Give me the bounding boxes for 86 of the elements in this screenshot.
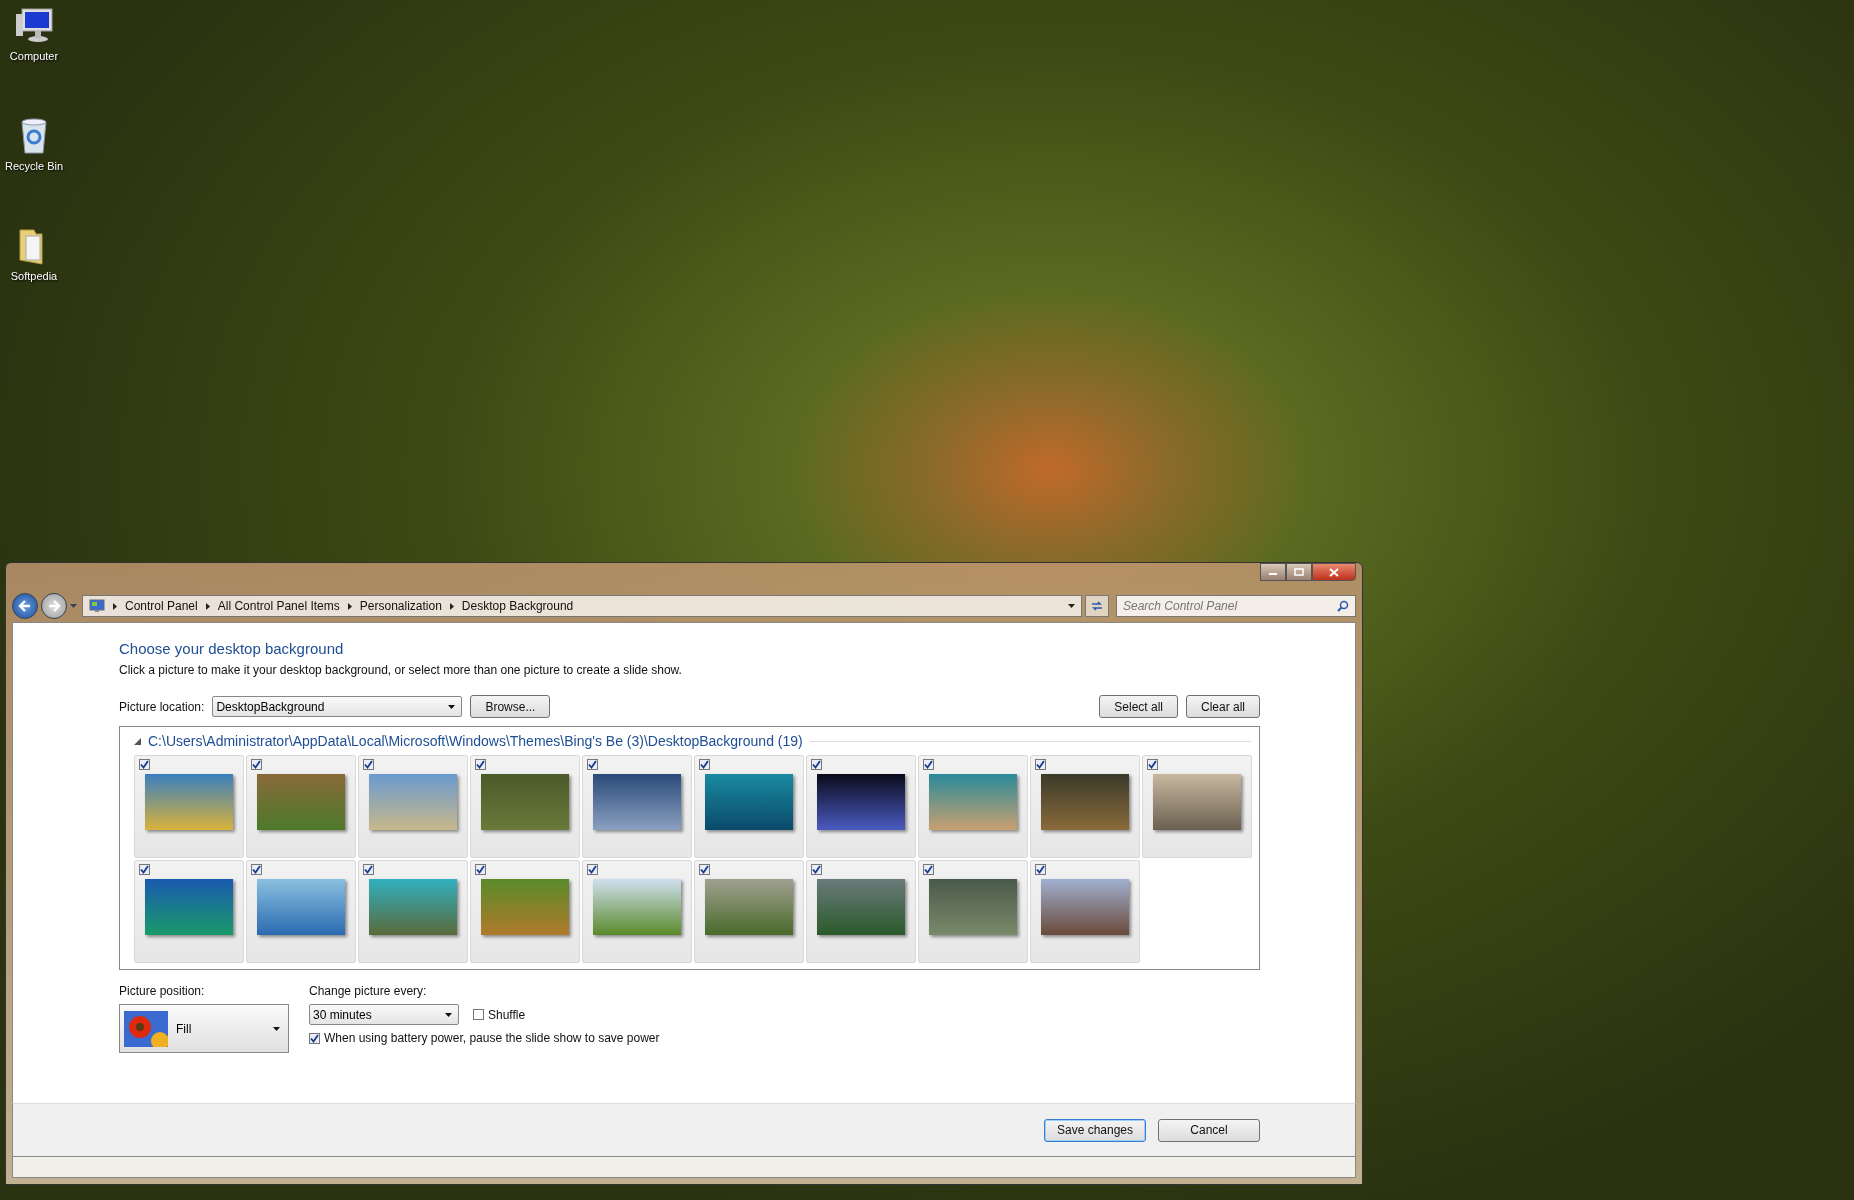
back-arrow-icon[interactable]	[18, 600, 32, 612]
control-panel-icon	[89, 599, 105, 613]
dropdown-arrow-icon[interactable]	[448, 704, 456, 709]
clear-all-button[interactable]: Clear all	[1186, 695, 1260, 718]
refresh-icon[interactable]	[1090, 600, 1104, 612]
save-button[interactable]: Save changes	[1044, 1118, 1146, 1142]
picture-tile[interactable]	[694, 860, 804, 963]
interval-dropdown[interactable]: 30 minutes	[309, 1004, 459, 1025]
dropdown-arrow-icon[interactable]	[445, 1012, 452, 1017]
breadcrumb-item[interactable]: All Control Panel Items	[217, 599, 340, 613]
chevron-right-icon[interactable]	[113, 602, 117, 610]
checkbox[interactable]	[587, 864, 598, 875]
back-button[interactable]	[12, 593, 38, 619]
checkbox-label[interactable]: When using battery power, pause the slide show to save power	[324, 1031, 660, 1045]
desktop-icon-label[interactable]: Recycle Bin	[4, 160, 64, 172]
picture-tile[interactable]	[134, 860, 244, 963]
checkbox[interactable]	[811, 759, 822, 770]
close-icon[interactable]	[1329, 567, 1339, 577]
field-label: Picture position:	[119, 984, 206, 998]
checkbox[interactable]	[923, 759, 934, 770]
chevron-right-icon[interactable]	[205, 602, 210, 610]
picture-tile[interactable]	[806, 860, 916, 963]
chevron-right-icon[interactable]	[347, 602, 352, 610]
checkbox[interactable]	[473, 1009, 484, 1020]
picture-tile[interactable]	[246, 755, 356, 858]
picture-position-dropdown[interactable]: Fill	[119, 1004, 289, 1053]
checkbox[interactable]	[699, 864, 710, 875]
checkbox[interactable]	[1147, 759, 1158, 770]
checkbox[interactable]	[699, 759, 710, 770]
checkbox[interactable]	[811, 864, 822, 875]
select-all-button[interactable]: Select all	[1099, 695, 1178, 718]
checkbox[interactable]	[923, 864, 934, 875]
search-field[interactable]: Search Control Panel	[1116, 595, 1356, 617]
dropdown-arrow-icon[interactable]	[273, 1026, 280, 1031]
collapse-arrow-icon[interactable]	[134, 737, 141, 745]
desktop-icon-label[interactable]: Computer	[9, 50, 59, 62]
picture-tile[interactable]	[470, 860, 580, 963]
checkbox[interactable]	[1035, 759, 1046, 770]
picture-tile[interactable]	[358, 860, 468, 963]
field-label: Change picture every:	[309, 984, 428, 998]
checkbox[interactable]	[139, 864, 150, 875]
breadcrumb-item[interactable]: Desktop Background	[461, 599, 574, 613]
picture-tile[interactable]	[1030, 755, 1140, 858]
checkbox[interactable]	[251, 864, 262, 875]
dropdown-arrow-icon[interactable]	[1068, 604, 1075, 608]
forward-button[interactable]	[41, 593, 67, 619]
checkbox[interactable]	[251, 759, 262, 770]
picture-tile[interactable]	[1142, 755, 1252, 858]
checkbox[interactable]	[363, 759, 374, 770]
browse-button[interactable]: Browse...	[470, 695, 551, 718]
picture-tile[interactable]	[470, 755, 580, 858]
checkbox[interactable]	[587, 759, 598, 770]
page-description: Click a picture to make it your desktop background, or select more than one picture to create a slide show.	[119, 663, 683, 677]
checkbox[interactable]	[475, 759, 486, 770]
checkbox[interactable]	[139, 759, 150, 770]
picture-tile[interactable]	[582, 860, 692, 963]
breadcrumb-item[interactable]: Control Panel	[125, 599, 198, 613]
search-icon[interactable]	[1337, 600, 1349, 612]
group-heading[interactable]: C:\Users\Administrator\AppData\Local\Microsoft\Windows\Themes\Bing's Be (3)\DesktopBackground (19)	[148, 733, 803, 749]
address-bar[interactable]: Control Panel All Control Panel Items Personalization Desktop Background	[82, 595, 1082, 617]
close-button[interactable]	[1312, 563, 1356, 581]
checkbox[interactable]	[363, 864, 374, 875]
picture-tile[interactable]	[918, 755, 1028, 858]
flower-icon	[124, 1010, 168, 1047]
picture-tile[interactable]	[918, 860, 1028, 963]
picture-tile[interactable]	[1030, 860, 1140, 963]
checkbox[interactable]	[1035, 864, 1046, 875]
picture-tile[interactable]	[582, 755, 692, 858]
cancel-button[interactable]: Cancel	[1158, 1118, 1260, 1142]
field-label: Picture location:	[119, 699, 205, 714]
minimize-button[interactable]	[1260, 563, 1286, 581]
picture-tile[interactable]	[806, 755, 916, 858]
picture-tile[interactable]	[694, 755, 804, 858]
chevron-right-icon[interactable]	[449, 602, 454, 610]
picture-tile[interactable]	[134, 755, 244, 858]
checkbox[interactable]	[309, 1032, 320, 1044]
maximize-button[interactable]	[1286, 563, 1312, 581]
checkbox-label[interactable]: Shuffle	[488, 1007, 526, 1022]
checkbox[interactable]	[475, 864, 486, 875]
page-heading: Choose your desktop background	[119, 640, 345, 657]
breadcrumb-item[interactable]: Personalization	[359, 599, 442, 613]
picture-location-dropdown[interactable]: DesktopBackground	[212, 696, 463, 717]
desktop-icon-label[interactable]: Softpedia	[10, 270, 58, 282]
picture-tile[interactable]	[246, 860, 356, 963]
picture-tile[interactable]	[358, 755, 468, 858]
refresh-button[interactable]	[1085, 595, 1109, 617]
